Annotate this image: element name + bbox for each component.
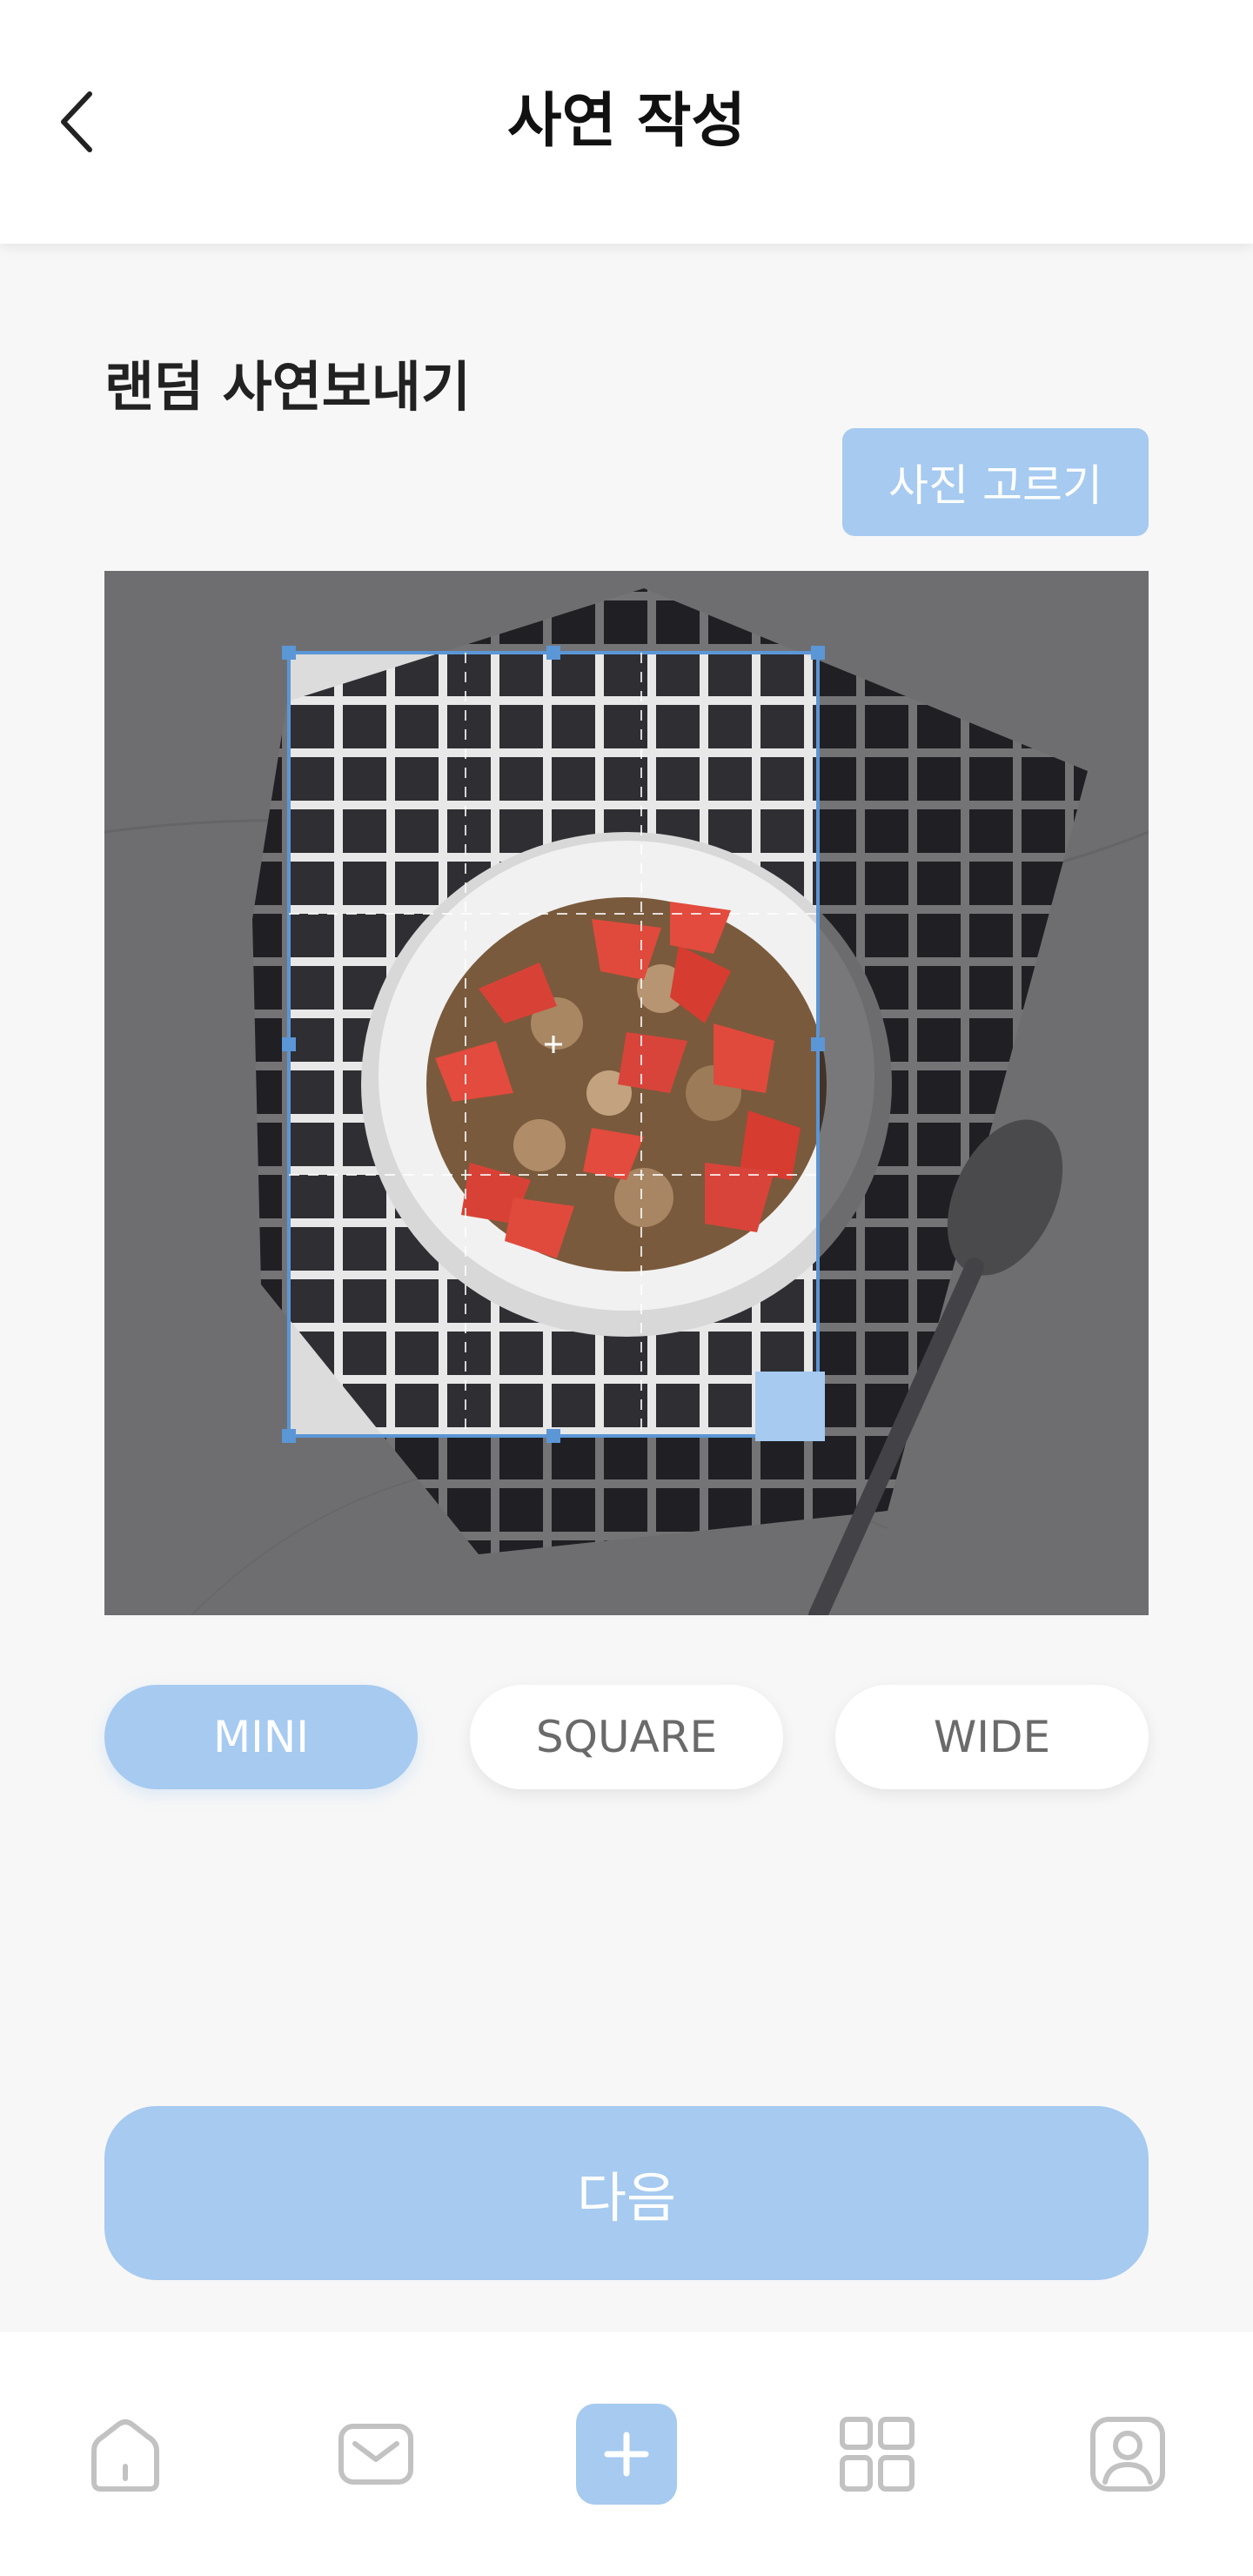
format-mini-button[interactable]: MINI: [104, 1685, 418, 1789]
format-selector: MINI SQUARE WIDE: [104, 1685, 1149, 1789]
nav-add[interactable]: [566, 2393, 687, 2515]
app-header: 사연 작성: [0, 0, 1253, 244]
home-icon: [91, 2419, 159, 2492]
photo-cereal-bowl: [104, 571, 1149, 1615]
photo-preview: [104, 571, 1149, 1615]
grid-icon: [840, 2417, 915, 2492]
profile-icon: [1090, 2417, 1165, 2492]
nav-grid[interactable]: [816, 2393, 938, 2515]
format-square-button[interactable]: SQUARE: [470, 1685, 783, 1789]
format-wide-button[interactable]: WIDE: [835, 1685, 1149, 1789]
add-button[interactable]: [576, 2404, 677, 2505]
mail-icon: [338, 2424, 413, 2485]
nav-home[interactable]: [64, 2393, 186, 2515]
nav-mail[interactable]: [315, 2393, 437, 2515]
section-title: 랜덤 사연보내기: [104, 355, 471, 419]
next-button[interactable]: 다음: [104, 2106, 1149, 2280]
pick-photo-button[interactable]: 사진 고르기: [842, 428, 1149, 536]
nav-profile[interactable]: [1067, 2393, 1189, 2515]
plus-icon: [604, 2432, 649, 2477]
page-title: 사연 작성: [507, 87, 746, 156]
bottom-nav: [0, 2332, 1253, 2576]
